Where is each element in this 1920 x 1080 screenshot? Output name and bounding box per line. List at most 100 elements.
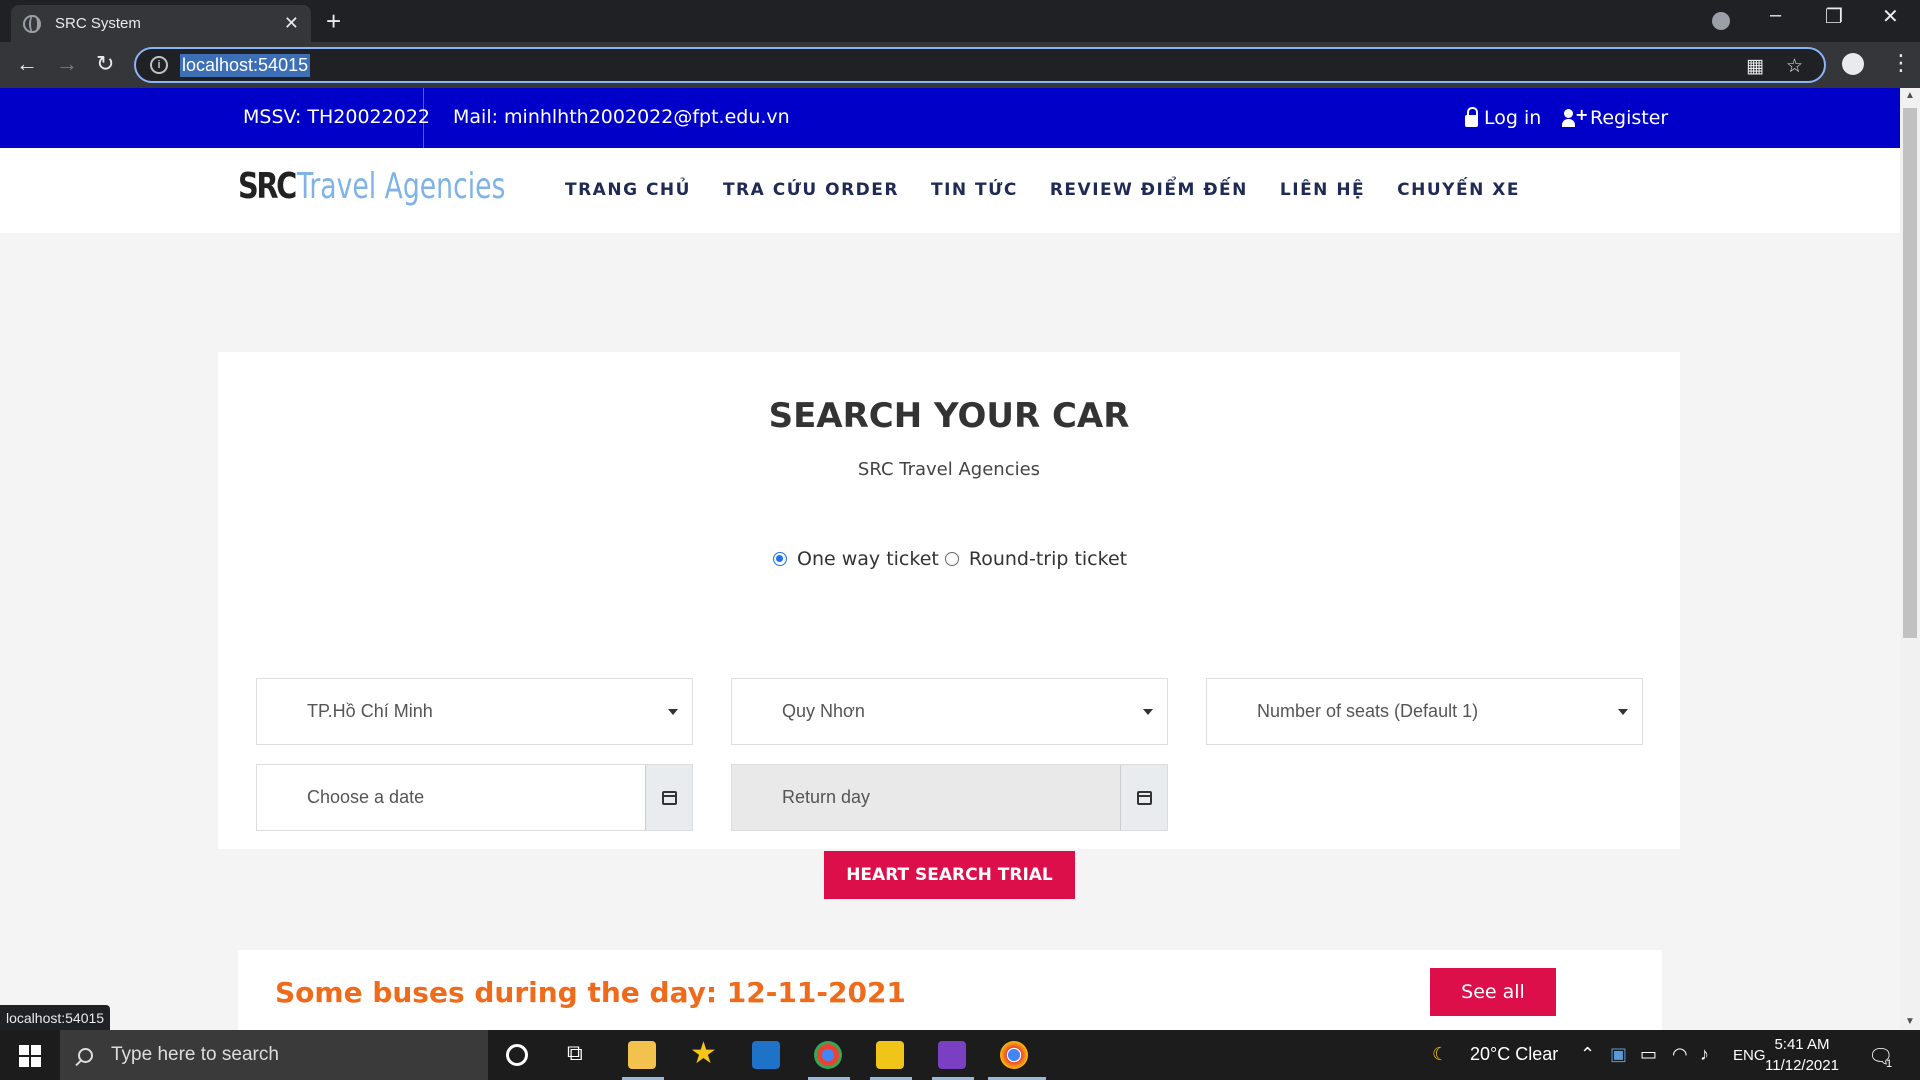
- site-info-icon[interactable]: i: [150, 56, 168, 74]
- search-card: SEARCH YOUR CAR SRC Travel Agencies One …: [218, 352, 1680, 899]
- departure-select[interactable]: TP.Hồ Chí Minh: [256, 678, 693, 745]
- destination-value: Quy Nhơn: [782, 701, 865, 721]
- logo-travel-agencies: Travel Agencies: [297, 166, 506, 207]
- login-link[interactable]: Log in: [1465, 107, 1541, 129]
- student-id-text: MSSV: TH20022022: [243, 106, 431, 128]
- destination-select[interactable]: Quy Nhơn: [731, 678, 1168, 745]
- scroll-down-icon[interactable]: ▼: [1905, 1016, 1915, 1027]
- volume-icon[interactable]: ♪: [1700, 1044, 1709, 1065]
- site-logo[interactable]: SRC Travel Agencies: [238, 166, 579, 207]
- register-link[interactable]: Register: [1562, 105, 1669, 129]
- one-way-label[interactable]: One way ticket: [797, 548, 939, 570]
- app-tray-icon[interactable]: ▣: [1610, 1044, 1627, 1065]
- lock-icon: [1465, 107, 1478, 127]
- browser-tab[interactable]: SRC System ✕: [11, 5, 311, 42]
- contact-topbar: MSSV: TH20022022 Mail: minhlhth2002022@f…: [0, 88, 1900, 148]
- url-text[interactable]: localhost:54015: [180, 53, 311, 77]
- page-scrollbar[interactable]: ▲ ▼: [1900, 88, 1920, 1030]
- system-clock[interactable]: 5:41 AM 11/12/2021: [1765, 1034, 1839, 1076]
- new-tab-button[interactable]: +: [326, 6, 341, 37]
- return-date-input[interactable]: Return day: [731, 764, 1168, 831]
- calendar-icon: [661, 790, 677, 805]
- register-label: Register: [1590, 107, 1669, 129]
- address-bar[interactable]: i localhost:54015 ▦ ☆: [134, 47, 1826, 83]
- status-bar-url: localhost:54015: [0, 1005, 111, 1030]
- main-navbar: SRC Travel Agencies TRANG CHỦ TRA CỨU OR…: [0, 148, 1900, 233]
- bookmark-star-icon[interactable]: ☆: [1786, 55, 1803, 78]
- scroll-up-icon[interactable]: ▲: [1905, 90, 1915, 101]
- windows-start-icon[interactable]: [19, 1045, 41, 1067]
- logo-src: SRC: [238, 166, 297, 207]
- taskbar-search-placeholder: Type here to search: [111, 1044, 279, 1065]
- nav-tin-tuc[interactable]: TIN TỨC: [931, 180, 1018, 200]
- cortana-icon[interactable]: [506, 1044, 528, 1066]
- moon-icon[interactable]: ☾: [1432, 1044, 1448, 1065]
- battery-icon[interactable]: ▭: [1640, 1044, 1657, 1065]
- see-all-button[interactable]: See all: [1430, 968, 1556, 1016]
- dev-tool-icon[interactable]: [876, 1041, 904, 1069]
- clock-time: 5:41 AM: [1774, 1036, 1830, 1053]
- kebab-menu-icon[interactable]: ⋮: [1890, 50, 1912, 76]
- return-date-placeholder: Return day: [782, 787, 871, 807]
- email-text: Mail: minhlhth2002022@fpt.edu.vn: [453, 106, 790, 128]
- weather-text[interactable]: 20°C Clear: [1470, 1044, 1558, 1065]
- user-plus-icon: [1562, 105, 1588, 127]
- chevron-down-icon: [1618, 709, 1628, 715]
- file-explorer-icon[interactable]: [628, 1041, 656, 1069]
- nav-review-diem-den[interactable]: REVIEW ĐIỂM ĐẾN: [1050, 180, 1248, 200]
- chrome-profile-icon[interactable]: [814, 1041, 842, 1069]
- forward-icon[interactable]: →: [56, 51, 78, 77]
- browser-toolbar: ← → ↻ i localhost:54015 ▦ ☆ ⋮: [0, 42, 1920, 88]
- tab-title: SRC System: [55, 15, 141, 32]
- chrome-icon[interactable]: [1000, 1041, 1028, 1069]
- nav-trang-chu[interactable]: TRANG CHỦ: [565, 180, 691, 200]
- departure-date-input[interactable]: Choose a date: [256, 764, 693, 831]
- task-view-icon[interactable]: ⧉: [567, 1040, 595, 1068]
- daily-buses-panel: Some buses during the day: 12-11-2021 Se…: [238, 950, 1662, 1030]
- departure-value: TP.Hồ Chí Minh: [307, 701, 433, 721]
- windows-taskbar: Type here to search ⧉ ★ ☾ 20°C Clear ⌃ ▣…: [0, 1030, 1920, 1080]
- search-trip-button[interactable]: HEART SEARCH TRIAL: [824, 851, 1075, 899]
- tab-search-icon[interactable]: [1712, 12, 1730, 30]
- photos-icon[interactable]: [752, 1041, 780, 1069]
- chevron-down-icon: [668, 709, 678, 715]
- reload-icon[interactable]: ↻: [96, 51, 114, 77]
- visual-studio-icon[interactable]: [938, 1041, 966, 1069]
- calendar-icon: [1136, 790, 1152, 805]
- nav-tra-cuu-order[interactable]: TRA CỨU ORDER: [723, 180, 899, 200]
- ticket-type-group: One way ticket Round-trip ticket: [773, 548, 1127, 570]
- seats-value: Number of seats (Default 1): [1257, 701, 1479, 721]
- round-trip-label[interactable]: Round-trip ticket: [969, 548, 1127, 570]
- search-subtitle: SRC Travel Agencies: [857, 459, 1041, 480]
- close-window-icon[interactable]: ✕: [1882, 4, 1899, 29]
- back-icon[interactable]: ←: [16, 51, 38, 77]
- page-viewport: MSSV: TH20022022 Mail: minhlhth2002022@f…: [0, 88, 1900, 1030]
- nav-chuyen-xe[interactable]: CHUYẾN XE: [1397, 180, 1520, 200]
- departure-date-placeholder: Choose a date: [307, 787, 425, 807]
- restore-icon[interactable]: ❐: [1825, 4, 1843, 29]
- seats-select[interactable]: Number of seats (Default 1): [1206, 678, 1643, 745]
- search-icon: [78, 1047, 93, 1063]
- minimize-icon[interactable]: –: [1770, 4, 1781, 27]
- taskbar-search-box[interactable]: Type here to search: [60, 1030, 488, 1080]
- main-menu: TRANG CHỦ TRA CỨU ORDER TIN TỨC REVIEW Đ…: [565, 180, 1552, 200]
- profile-icon[interactable]: [1842, 53, 1864, 75]
- nav-lien-he[interactable]: LIÊN HỆ: [1280, 180, 1365, 200]
- clock-date: 11/12/2021: [1765, 1057, 1839, 1074]
- notification-count: 1: [1886, 1058, 1893, 1070]
- wifi-icon[interactable]: ◠: [1672, 1044, 1688, 1065]
- close-tab-icon[interactable]: ✕: [284, 13, 299, 34]
- one-way-radio[interactable]: [773, 552, 787, 566]
- tray-chevron-icon[interactable]: ⌃: [1580, 1044, 1595, 1065]
- calendar-button[interactable]: [1120, 765, 1167, 830]
- globe-icon: [23, 14, 41, 33]
- calendar-button[interactable]: [645, 765, 692, 830]
- star-app-icon[interactable]: ★: [690, 1036, 718, 1070]
- topbar-divider: [423, 88, 424, 148]
- login-label: Log in: [1484, 107, 1542, 129]
- qr-code-icon[interactable]: ▦: [1746, 55, 1764, 78]
- browser-tabstrip: SRC System ✕ + – ❐ ✕: [0, 0, 1920, 42]
- language-indicator[interactable]: ENG: [1733, 1047, 1766, 1064]
- scrollbar-thumb[interactable]: [1903, 108, 1917, 638]
- round-trip-radio[interactable]: [944, 552, 959, 566]
